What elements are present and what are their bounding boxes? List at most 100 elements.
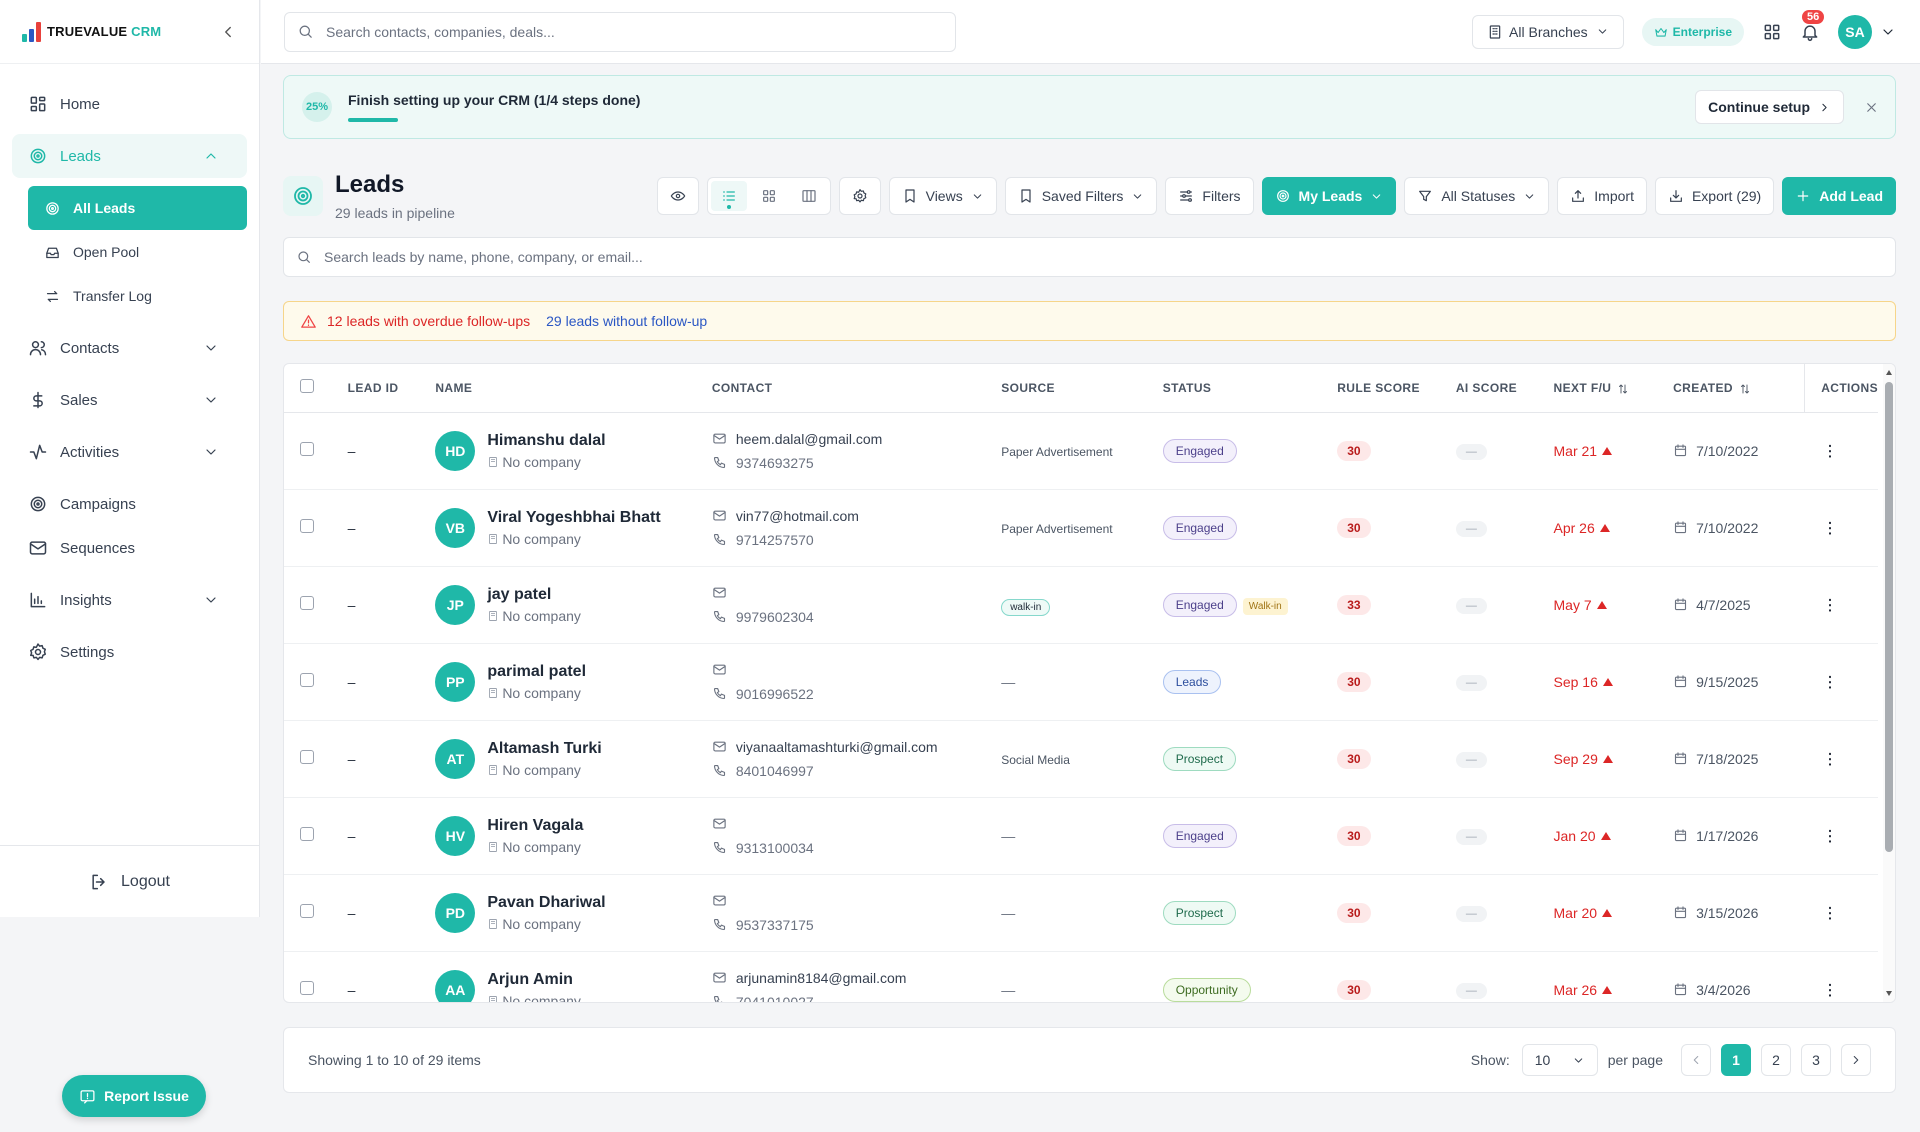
- lead-name[interactable]: Hiren Vagala: [487, 817, 583, 835]
- contact-phone[interactable]: 8401046997: [736, 763, 814, 779]
- kanban-view-button[interactable]: [791, 181, 827, 211]
- status-badge[interactable]: Leads: [1162, 669, 1222, 694]
- page-button-2[interactable]: 2: [1761, 1044, 1791, 1076]
- row-checkbox[interactable]: [300, 596, 314, 610]
- lead-name[interactable]: Viral Yogeshbhai Bhatt: [487, 509, 660, 527]
- contact-phone[interactable]: 7041010027: [736, 994, 814, 1003]
- select-all-checkbox[interactable]: [300, 379, 314, 394]
- column-header-created[interactable]: CREATED: [1673, 364, 1805, 413]
- column-header-source[interactable]: SOURCE: [1001, 364, 1163, 413]
- lead-name[interactable]: Altamash Turki: [487, 740, 601, 758]
- status-badge[interactable]: Engaged: [1162, 823, 1237, 848]
- overdue-followups-link[interactable]: 12 leads with overdue follow-ups: [327, 313, 530, 329]
- column-header-name[interactable]: NAME: [435, 364, 712, 413]
- sidebar-item-campaigns[interactable]: Campaigns: [12, 482, 247, 526]
- branch-selector[interactable]: All Branches: [1472, 14, 1624, 49]
- per-page-select[interactable]: 10: [1521, 1044, 1598, 1076]
- row-checkbox[interactable]: [300, 750, 314, 764]
- notifications-button[interactable]: 56: [1800, 9, 1825, 42]
- row-checkbox[interactable]: [300, 981, 314, 995]
- table-row[interactable]: – PD Pavan Dhariwal No company 9537337175 — Pr…: [284, 874, 1878, 952]
- column-header-rule-score[interactable]: RULE SCORE: [1337, 364, 1456, 413]
- contact-phone[interactable]: 9374693275: [736, 455, 814, 471]
- status-badge[interactable]: Prospect: [1162, 900, 1237, 925]
- sidebar-subitem-open-pool[interactable]: Open Pool: [28, 230, 247, 274]
- saved-filters-dropdown[interactable]: Saved Filters: [1004, 177, 1158, 215]
- apps-button[interactable]: [1762, 22, 1782, 42]
- row-actions-button[interactable]: [1821, 904, 1878, 922]
- column-header-next-fu[interactable]: NEXT F/U: [1553, 364, 1674, 413]
- sidebar-item-home[interactable]: Home: [12, 82, 247, 126]
- my-leads-dropdown[interactable]: My Leads: [1261, 177, 1397, 215]
- sidebar-item-sequences[interactable]: Sequences: [12, 526, 247, 570]
- list-view-button[interactable]: [710, 181, 747, 211]
- row-actions-button[interactable]: [1821, 442, 1878, 460]
- statuses-dropdown[interactable]: All Statuses: [1404, 177, 1550, 215]
- plan-badge[interactable]: Enterprise: [1641, 17, 1744, 46]
- contact-phone[interactable]: 9714257570: [736, 532, 814, 548]
- table-row[interactable]: – JP jay patel No company 9979602304 walk-in E…: [284, 566, 1878, 644]
- scrollbar-thumb[interactable]: [1885, 382, 1893, 852]
- sidebar-item-insights[interactable]: Insights: [12, 578, 247, 622]
- table-row[interactable]: – HV Hiren Vagala No company 9313100034 — Enga…: [284, 797, 1878, 875]
- sidebar-subitem-transfer-log[interactable]: Transfer Log: [28, 274, 247, 318]
- status-badge[interactable]: Prospect: [1162, 746, 1237, 771]
- lead-name[interactable]: Pavan Dhariwal: [487, 894, 605, 912]
- sidebar-item-contacts[interactable]: Contacts: [12, 326, 247, 370]
- contact-email[interactable]: viyanaaltamashturki@gmail.com: [736, 739, 938, 755]
- views-dropdown[interactable]: Views: [888, 177, 997, 215]
- lead-name[interactable]: parimal patel: [487, 663, 586, 681]
- row-checkbox[interactable]: [300, 673, 314, 687]
- scroll-down-arrow[interactable]: [1886, 991, 1892, 996]
- lead-name[interactable]: jay patel: [487, 586, 581, 604]
- contact-email[interactable]: heem.dalal@gmail.com: [736, 431, 883, 447]
- sidebar-item-leads[interactable]: Leads: [12, 134, 247, 178]
- status-badge[interactable]: Engaged: [1162, 515, 1237, 540]
- sidebar-item-activities[interactable]: Activities: [12, 430, 247, 474]
- logout-button[interactable]: Logout: [0, 845, 259, 917]
- contact-phone[interactable]: 9313100034: [736, 840, 814, 856]
- global-search-input[interactable]: Search contacts, companies, deals...: [284, 11, 956, 52]
- status-badge[interactable]: Opportunity: [1162, 977, 1251, 1002]
- table-row[interactable]: – HD Himanshu dalal No company heem.dalal@gm…: [284, 412, 1878, 490]
- prev-page-button[interactable]: [1681, 1044, 1711, 1076]
- import-button[interactable]: Import: [1557, 177, 1647, 215]
- user-menu[interactable]: SA: [1838, 14, 1896, 49]
- contact-phone[interactable]: 9537337175: [736, 917, 814, 933]
- export-button[interactable]: Export (29): [1654, 177, 1775, 215]
- preview-toggle-button[interactable]: [656, 177, 699, 215]
- collapse-sidebar-button[interactable]: [219, 23, 237, 41]
- contact-email[interactable]: vin77@hotmail.com: [736, 508, 859, 524]
- table-row[interactable]: – AT Altamash Turki No company viyanaaltamas…: [284, 720, 1878, 798]
- contact-phone[interactable]: 9979602304: [736, 609, 814, 625]
- table-scrollbar[interactable]: [1883, 364, 1895, 1002]
- table-settings-button[interactable]: [838, 177, 881, 215]
- next-page-button[interactable]: [1841, 1044, 1871, 1076]
- page-button-1[interactable]: 1: [1721, 1044, 1751, 1076]
- row-actions-button[interactable]: [1821, 596, 1878, 614]
- column-header-status[interactable]: STATUS: [1162, 364, 1338, 413]
- row-checkbox[interactable]: [300, 904, 314, 918]
- add-lead-button[interactable]: Add Lead: [1782, 177, 1896, 215]
- filters-button[interactable]: Filters: [1165, 177, 1254, 215]
- column-header-lead-id[interactable]: LEAD ID: [347, 364, 436, 413]
- scroll-up-arrow[interactable]: [1886, 370, 1892, 375]
- lead-name[interactable]: Arjun Amin: [487, 971, 581, 989]
- row-checkbox[interactable]: [300, 827, 314, 841]
- lead-name[interactable]: Himanshu dalal: [487, 432, 605, 450]
- status-badge[interactable]: Engaged: [1162, 438, 1237, 463]
- column-header-contact[interactable]: CONTACT: [711, 364, 1002, 413]
- contact-phone[interactable]: 9016996522: [736, 686, 814, 702]
- sidebar-item-sales[interactable]: Sales: [12, 378, 247, 422]
- row-checkbox[interactable]: [300, 519, 314, 533]
- row-checkbox[interactable]: [300, 442, 314, 456]
- row-actions-button[interactable]: [1821, 750, 1878, 768]
- grid-view-button[interactable]: [751, 181, 787, 211]
- contact-email[interactable]: arjunamin8184@gmail.com: [736, 970, 907, 986]
- continue-setup-button[interactable]: Continue setup: [1695, 90, 1844, 124]
- without-followup-link[interactable]: 29 leads without follow-up: [546, 313, 707, 329]
- page-button-3[interactable]: 3: [1801, 1044, 1831, 1076]
- sidebar-item-settings[interactable]: Settings: [12, 630, 247, 674]
- lead-search-input[interactable]: Search leads by name, phone, company, or…: [283, 237, 1896, 277]
- table-row[interactable]: – AA Arjun Amin No company arjunamin8184@gma…: [284, 951, 1878, 1003]
